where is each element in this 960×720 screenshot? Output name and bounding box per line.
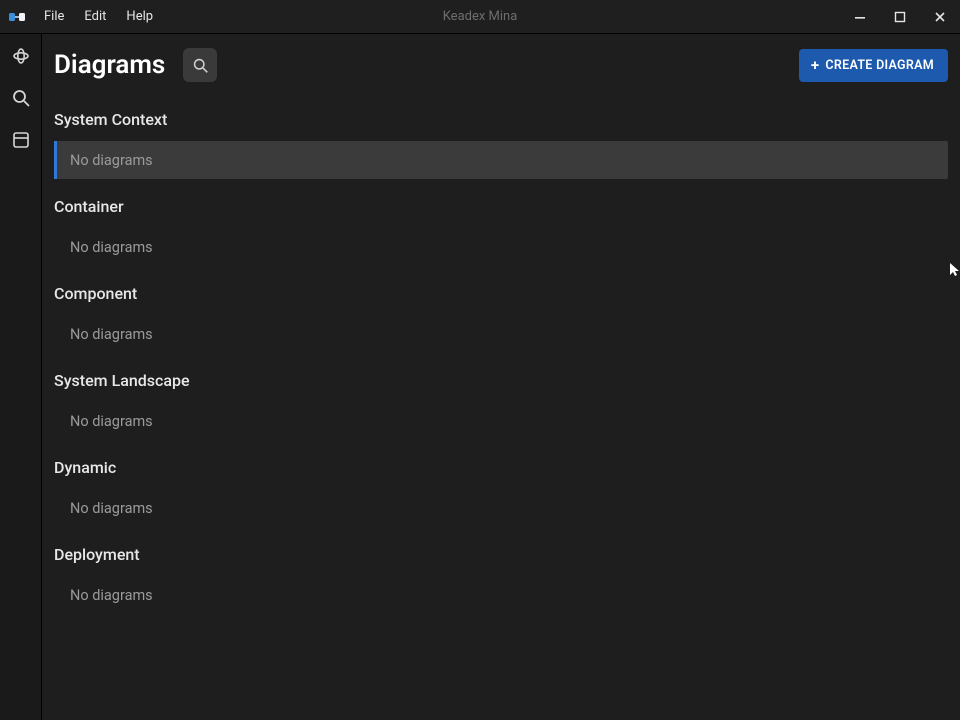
maximize-button[interactable] (880, 0, 920, 33)
category-title: System Landscape (54, 371, 948, 390)
titlebar: File Edit Help Keadex Mina (0, 0, 960, 34)
category-title: Container (54, 197, 948, 216)
close-button[interactable] (920, 0, 960, 33)
category-container: Container No diagrams (54, 197, 948, 266)
empty-text: No diagrams (70, 239, 153, 256)
page-title: Diagrams (54, 50, 165, 80)
category-title: System Context (54, 110, 948, 129)
main-panel: Diagrams + CREATE DIAGRAM System Context… (42, 34, 960, 720)
search-diagrams-button[interactable] (183, 48, 217, 82)
category-system-context: System Context No diagrams (54, 110, 948, 179)
category-system-landscape: System Landscape No diagrams (54, 371, 948, 440)
category-title: Deployment (54, 545, 948, 564)
window-controls (840, 0, 960, 33)
plus-icon: + (811, 59, 820, 71)
category-empty-row[interactable]: No diagrams (54, 402, 948, 440)
diagrams-icon[interactable] (7, 42, 35, 70)
activity-sidebar (0, 34, 42, 720)
menu-edit[interactable]: Edit (74, 0, 116, 33)
cursor-icon (950, 262, 960, 276)
empty-text: No diagrams (70, 500, 153, 517)
app-menubar: File Edit Help (34, 0, 163, 33)
category-title: Dynamic (54, 458, 948, 477)
search-icon[interactable] (7, 84, 35, 112)
empty-text: No diagrams (70, 152, 153, 169)
menu-file[interactable]: File (34, 0, 74, 33)
category-empty-row[interactable]: No diagrams (54, 576, 948, 614)
empty-text: No diagrams (70, 413, 153, 430)
category-deployment: Deployment No diagrams (54, 545, 948, 614)
category-component: Component No diagrams (54, 284, 948, 353)
app-logo-icon (0, 0, 34, 34)
category-empty-row[interactable]: No diagrams (54, 315, 948, 353)
category-empty-row[interactable]: No diagrams (54, 489, 948, 527)
menu-help[interactable]: Help (116, 0, 163, 33)
create-diagram-label: CREATE DIAGRAM (825, 58, 934, 73)
category-empty-row[interactable]: No diagrams (54, 228, 948, 266)
category-title: Component (54, 284, 948, 303)
minimize-button[interactable] (840, 0, 880, 33)
library-icon[interactable] (7, 126, 35, 154)
category-empty-row[interactable]: No diagrams (54, 141, 948, 179)
page-header: Diagrams + CREATE DIAGRAM (54, 48, 948, 82)
category-dynamic: Dynamic No diagrams (54, 458, 948, 527)
empty-text: No diagrams (70, 587, 153, 604)
create-diagram-button[interactable]: + CREATE DIAGRAM (799, 49, 948, 82)
empty-text: No diagrams (70, 326, 153, 343)
